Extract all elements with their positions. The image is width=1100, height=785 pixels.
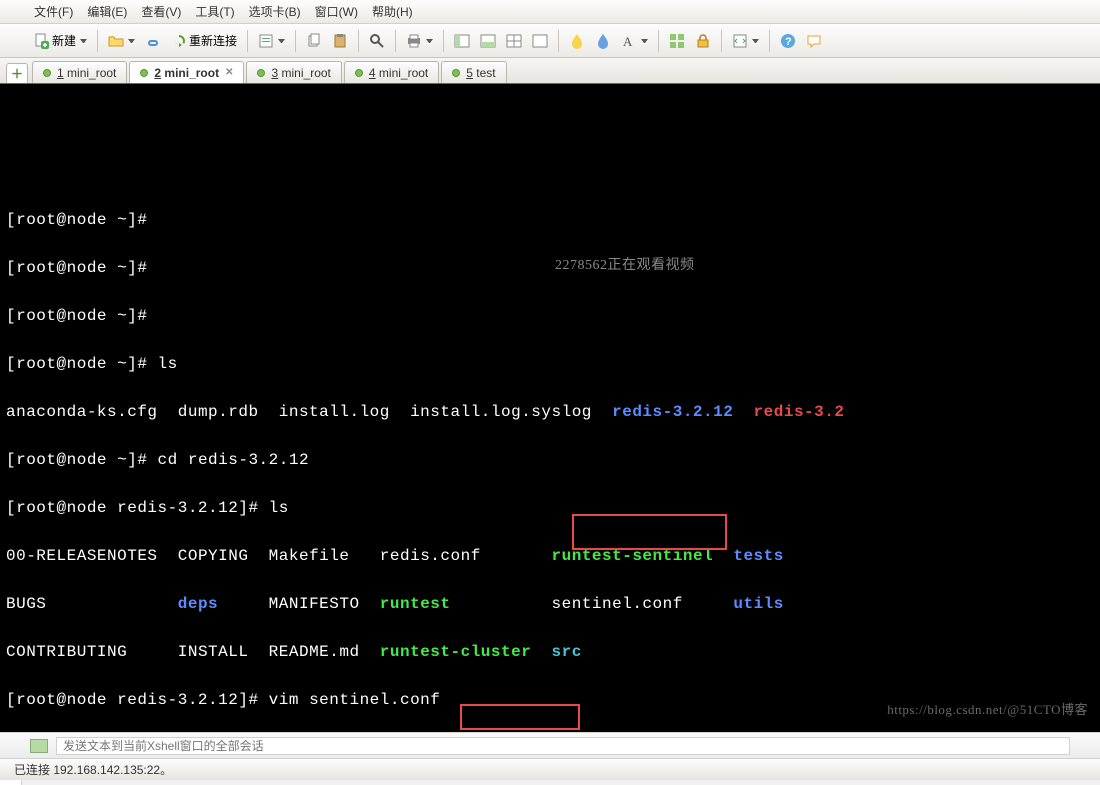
reconnect-icon	[171, 33, 187, 49]
properties-icon	[258, 33, 274, 49]
grid-icon	[669, 33, 685, 49]
droplet-blue-icon	[595, 33, 611, 49]
panel-left-icon	[454, 33, 470, 49]
menu-bar: 文件(F) 编辑(E) 查看(V) 工具(T) 选项卡(B) 窗口(W) 帮助(…	[0, 0, 1100, 24]
menu-file[interactable]: 文件(F)	[30, 1, 77, 22]
reconnect-label: 重新连接	[189, 32, 237, 49]
copy-button[interactable]	[302, 31, 326, 51]
help-button[interactable]: ?	[776, 31, 800, 51]
reconnect-button[interactable]: 重新连接	[167, 30, 241, 51]
script-button[interactable]	[728, 31, 763, 51]
paste-button[interactable]	[328, 31, 352, 51]
search-icon	[369, 33, 385, 49]
chat-icon	[806, 33, 822, 49]
left-panel-button[interactable]	[450, 31, 474, 51]
open-button[interactable]	[104, 31, 139, 51]
paste-icon	[332, 33, 348, 49]
quad-panel-button[interactable]	[502, 31, 526, 51]
tab-1[interactable]: 1 mini_root	[32, 61, 127, 83]
menu-tools[interactable]: 工具(T)	[191, 1, 238, 22]
send-input[interactable]	[56, 737, 1070, 755]
tab-3[interactable]: 3 mini_root	[246, 61, 341, 83]
new-tab-button[interactable]: ＋	[6, 63, 28, 83]
color2-button[interactable]	[591, 31, 615, 51]
menu-edit[interactable]: 编辑(E)	[83, 1, 131, 22]
font-button[interactable]: A	[617, 31, 652, 51]
status-dot-icon	[43, 69, 51, 77]
menu-help[interactable]: 帮助(H)	[368, 1, 417, 22]
svg-text:?: ?	[785, 36, 792, 48]
connection-status: 已连接 192.168.142.135:22。	[14, 761, 172, 778]
toolbar: 新建 重新连接 A ?	[0, 24, 1100, 58]
menu-window[interactable]: 窗口(W)	[311, 1, 362, 22]
send-target-icon[interactable]	[30, 739, 48, 753]
script-icon	[732, 33, 748, 49]
tab-5[interactable]: 5 test	[441, 61, 506, 83]
status-dot-icon	[257, 69, 265, 77]
lock-button[interactable]	[691, 31, 715, 51]
close-tab-icon[interactable]: ✕	[225, 67, 233, 78]
bottom-panel-button[interactable]	[476, 31, 500, 51]
status-dot-icon	[140, 69, 148, 77]
grid-button[interactable]	[665, 31, 689, 51]
find-button[interactable]	[365, 31, 389, 51]
color1-button[interactable]	[565, 31, 589, 51]
properties-button[interactable]	[254, 31, 289, 51]
droplet-icon	[569, 33, 585, 49]
status-bar: 已连接 192.168.142.135:22。	[0, 758, 1100, 780]
link-icon	[145, 33, 161, 49]
link-button[interactable]	[141, 31, 165, 51]
terminal-output[interactable]: 2278562正在观看视频 https://blog.csdn.net/@51C…	[0, 84, 1100, 732]
menu-view[interactable]: 查看(V)	[137, 1, 185, 22]
panel-bottom-icon	[480, 33, 496, 49]
status-dot-icon	[355, 69, 363, 77]
send-bar	[0, 732, 1100, 758]
help-icon: ?	[780, 33, 796, 49]
chat-button[interactable]	[802, 31, 826, 51]
print-button[interactable]	[402, 31, 437, 51]
svg-text:A: A	[623, 34, 633, 49]
full-panel-button[interactable]	[528, 31, 552, 51]
tab-2[interactable]: 2 mini_root✕	[129, 61, 244, 83]
font-icon: A	[621, 33, 637, 49]
panel-full-icon	[532, 33, 548, 49]
folder-open-icon	[108, 33, 124, 49]
new-label: 新建	[52, 32, 76, 49]
panel-quad-icon	[506, 33, 522, 49]
new-file-icon	[34, 33, 50, 49]
new-button[interactable]: 新建	[30, 30, 91, 51]
status-dot-icon	[452, 69, 460, 77]
menu-tab[interactable]: 选项卡(B)	[245, 1, 305, 22]
tab-4[interactable]: 4 mini_root	[344, 61, 439, 83]
printer-icon	[406, 33, 422, 49]
lock-icon	[695, 33, 711, 49]
tab-bar: ＋ 1 mini_root 2 mini_root✕ 3 mini_root 4…	[0, 58, 1100, 84]
copy-icon	[306, 33, 322, 49]
